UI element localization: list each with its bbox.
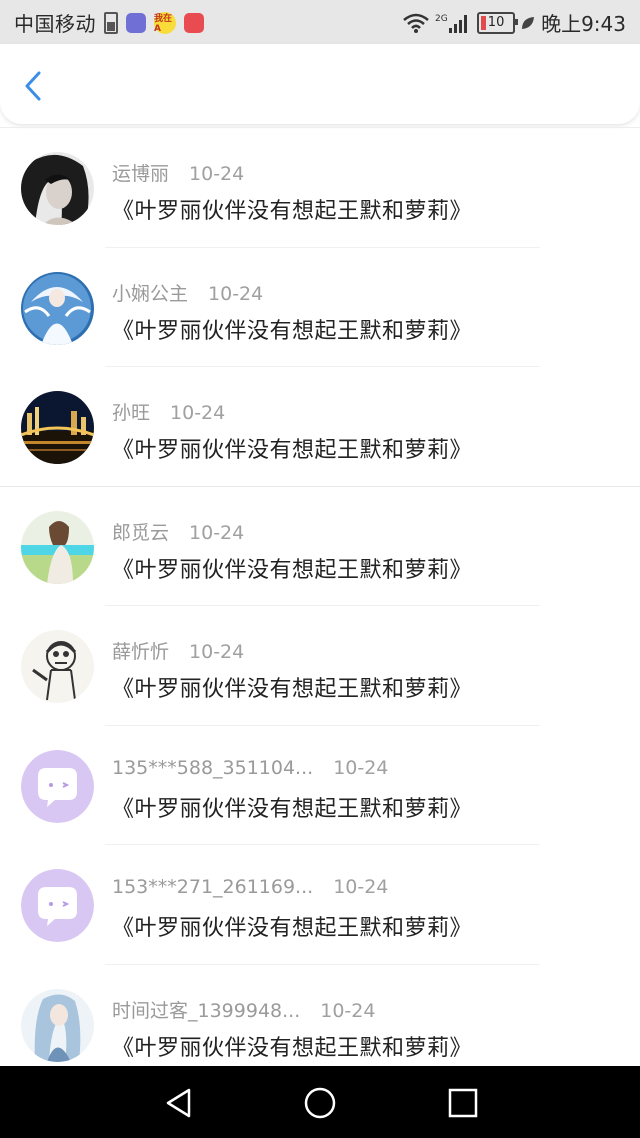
portrait-avatar-image bbox=[21, 152, 94, 225]
svg-text:2G: 2G bbox=[435, 14, 448, 24]
nav-recents-button[interactable] bbox=[446, 1086, 480, 1120]
status-right: 2G 10 晚上9:43 bbox=[403, 8, 626, 37]
night-bridge-avatar-image bbox=[21, 391, 94, 464]
post-date: 10-24 bbox=[320, 999, 376, 1022]
user-name[interactable]: 薛忻忻 bbox=[112, 637, 169, 664]
header bbox=[0, 44, 640, 124]
avatar[interactable] bbox=[21, 152, 94, 225]
list-item[interactable]: 运博丽 10-24 《叶罗丽伙伴没有想起王默和萝莉》 bbox=[0, 128, 640, 248]
default-chat-avatar-image bbox=[21, 869, 94, 942]
list-item[interactable]: 薛忻忻 10-24 《叶罗丽伙伴没有想起王默和萝莉》 bbox=[0, 606, 640, 726]
list-item[interactable]: 135***588_351104... 10-24 《叶罗丽伙伴没有想起王默和萝… bbox=[0, 726, 640, 845]
carrier-label: 中国移动 bbox=[14, 12, 96, 36]
list-item[interactable]: 小娴公主 10-24 《叶罗丽伙伴没有想起王默和萝莉》 bbox=[0, 248, 640, 367]
post-date: 10-24 bbox=[189, 163, 245, 185]
user-name[interactable]: 小娴公主 bbox=[112, 279, 188, 306]
signal-icon: 2G bbox=[435, 14, 468, 33]
user-name[interactable]: 孙旺 bbox=[112, 398, 150, 425]
comment-text[interactable]: 《叶罗丽伙伴没有想起王默和萝莉》 bbox=[112, 432, 472, 464]
comment-text[interactable]: 《叶罗丽伙伴没有想起王默和萝莉》 bbox=[112, 791, 472, 823]
item-meta: 153***271_261169... 10-24 bbox=[112, 876, 388, 898]
girl-meadow-avatar-image bbox=[21, 510, 94, 584]
status-bar: 中国移动 我在A 2G 10 晚上9:43 bbox=[0, 0, 640, 44]
app-notification-icon bbox=[126, 12, 146, 33]
avatar[interactable] bbox=[21, 510, 94, 584]
post-date: 10-24 bbox=[170, 402, 226, 424]
item-meta: 小娴公主 10-24 bbox=[112, 279, 263, 306]
comment-text[interactable]: 《叶罗丽伙伴没有想起王默和萝莉》 bbox=[112, 313, 472, 345]
item-meta: 时间过客_1399948... 10-24 bbox=[112, 996, 375, 1023]
item-meta: 运博丽 10-24 bbox=[112, 159, 244, 186]
comment-text[interactable]: 《叶罗丽伙伴没有想起王默和萝莉》 bbox=[112, 671, 472, 703]
app-badge-icon: 我在A bbox=[154, 11, 176, 34]
item-meta: 135***588_351104... 10-24 bbox=[112, 757, 388, 779]
clock: 晚上9:43 bbox=[541, 12, 626, 36]
comment-text[interactable]: 《叶罗丽伙伴没有想起王默和萝莉》 bbox=[112, 193, 472, 225]
item-meta: 孙旺 10-24 bbox=[112, 398, 225, 425]
wifi-icon bbox=[403, 13, 429, 33]
avatar[interactable] bbox=[21, 749, 94, 823]
avatar[interactable] bbox=[21, 271, 94, 345]
sketch-character-avatar-image bbox=[21, 630, 94, 703]
anime-princess-avatar-image bbox=[21, 271, 94, 345]
list-item[interactable]: 郎觅云 10-24 《叶罗丽伙伴没有想起王默和萝莉》 bbox=[0, 487, 640, 606]
nav-home-button[interactable] bbox=[303, 1086, 337, 1120]
post-date: 10-24 bbox=[333, 876, 389, 898]
comment-text[interactable]: 《叶罗丽伙伴没有想起王默和萝莉》 bbox=[112, 1030, 472, 1062]
nav-back-button[interactable] bbox=[162, 1086, 196, 1120]
comment-text[interactable]: 《叶罗丽伙伴没有想起王默和萝莉》 bbox=[112, 552, 472, 584]
item-meta: 郎觅云 10-24 bbox=[112, 518, 244, 545]
list-item[interactable]: 孙旺 10-24 《叶罗丽伙伴没有想起王默和萝莉》 bbox=[0, 367, 640, 487]
anime-swordsman-avatar-image bbox=[21, 988, 94, 1062]
post-date: 10-24 bbox=[208, 282, 264, 305]
avatar[interactable] bbox=[21, 988, 94, 1062]
post-date: 10-24 bbox=[333, 756, 389, 779]
avatar[interactable] bbox=[21, 391, 94, 464]
post-date: 10-24 bbox=[189, 521, 245, 544]
post-date: 10-24 bbox=[189, 641, 245, 663]
battery-saver-icon bbox=[104, 11, 118, 34]
navigation-bar bbox=[0, 1066, 640, 1138]
item-meta: 薛忻忻 10-24 bbox=[112, 637, 244, 664]
comment-text[interactable]: 《叶罗丽伙伴没有想起王默和萝莉》 bbox=[112, 910, 472, 942]
battery-level: 10 bbox=[487, 15, 505, 30]
default-chat-avatar-image bbox=[21, 749, 94, 823]
avatar[interactable] bbox=[21, 630, 94, 703]
huawei-icon bbox=[184, 12, 204, 33]
battery-icon: 10 bbox=[477, 11, 519, 34]
user-name[interactable]: 运博丽 bbox=[112, 159, 169, 186]
avatar[interactable] bbox=[21, 869, 94, 942]
back-button[interactable] bbox=[16, 68, 52, 104]
list-item[interactable]: 153***271_261169... 10-24 《叶罗丽伙伴没有想起王默和萝… bbox=[0, 845, 640, 965]
user-name[interactable]: 时间过客_1399948... bbox=[112, 996, 300, 1023]
status-left: 中国移动 我在A bbox=[14, 8, 204, 37]
user-name[interactable]: 135***588_351104... bbox=[112, 757, 313, 779]
leaf-icon bbox=[522, 16, 535, 29]
user-name[interactable]: 郎觅云 bbox=[112, 518, 169, 545]
comment-list: 运博丽 10-24 《叶罗丽伙伴没有想起王默和萝莉》 小娴公主 10-24 《叶… bbox=[0, 127, 640, 1084]
user-name[interactable]: 153***271_261169... bbox=[112, 876, 313, 898]
